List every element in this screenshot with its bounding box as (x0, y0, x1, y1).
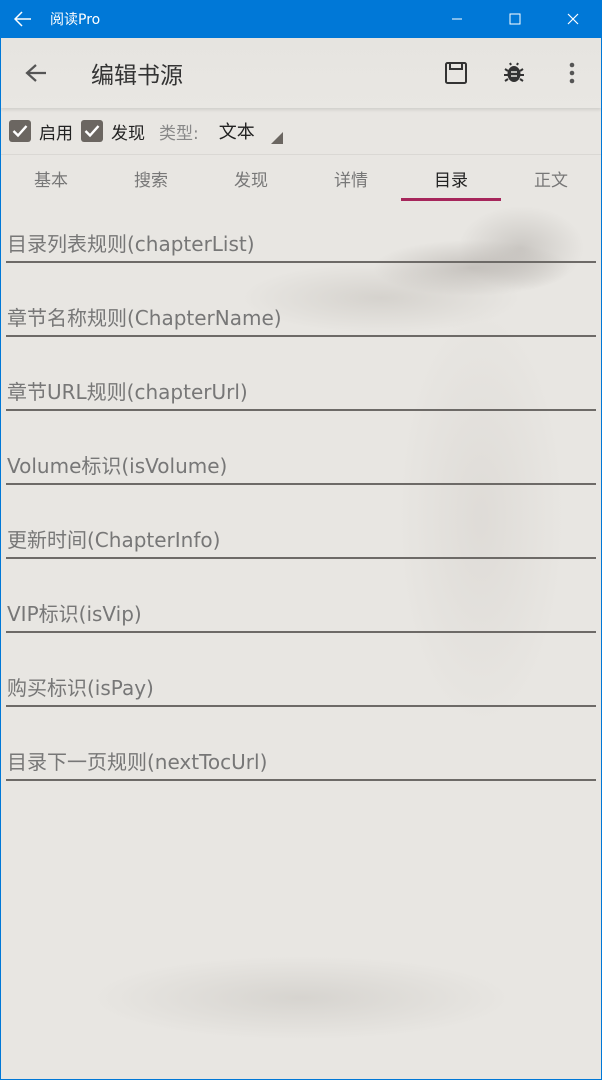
field-underline (6, 705, 596, 707)
bug-icon (504, 62, 524, 82)
minimize-icon (452, 18, 462, 20)
page-title: 编辑书源 (91, 63, 183, 89)
maximize-icon (509, 13, 521, 25)
field-underline (6, 779, 596, 781)
window-title: 阅读Pro (50, 12, 101, 28)
field-placeholder: 目录列表规则(chapterList) (7, 232, 255, 256)
field-placeholder: 目录下一页规则(nextTocUrl) (7, 750, 268, 774)
app-toolbar: 编辑书源 (1, 38, 601, 108)
back-button[interactable] (1, 38, 71, 108)
field-placeholder: 购买标识(isPay) (7, 676, 154, 700)
maximize-button[interactable] (486, 0, 544, 38)
arrow-left-icon (14, 11, 31, 27)
checkbox-checked-icon (81, 120, 103, 142)
field-placeholder: 章节名称规则(ChapterName) (7, 306, 282, 330)
arrow-left-icon (25, 64, 46, 82)
close-icon (567, 13, 579, 25)
window-back-button[interactable] (0, 0, 46, 38)
next-toc-url-field[interactable]: 目录下一页规则(nextTocUrl) (6, 726, 596, 800)
is-pay-field[interactable]: 购买标识(isPay) (6, 652, 596, 726)
tab-bar: 基本 搜索 发现 详情 目录 正文 (1, 154, 601, 201)
discover-checkbox[interactable]: 发现 (81, 119, 145, 144)
save-button[interactable] (427, 38, 485, 108)
enabled-label: 启用 (39, 123, 73, 144)
field-underline (6, 335, 596, 337)
options-row: 启用 发现 类型: 文本 (1, 110, 601, 152)
type-select-value: 文本 (218, 122, 255, 143)
type-label: 类型: (159, 123, 199, 144)
minimize-button[interactable] (428, 0, 486, 38)
field-underline (6, 557, 596, 559)
close-button[interactable] (544, 0, 602, 38)
tab-basic[interactable]: 基本 (1, 155, 101, 201)
field-underline (6, 483, 596, 485)
field-placeholder: 章节URL规则(chapterUrl) (7, 380, 248, 404)
chapter-url-field[interactable]: 章节URL规则(chapterUrl) (6, 356, 596, 430)
more-button[interactable] (543, 38, 601, 108)
field-underline (6, 261, 596, 263)
toc-rule-form: 目录列表规则(chapterList) 章节名称规则(ChapterName) … (6, 208, 596, 800)
window-titlebar: 阅读Pro (0, 0, 602, 38)
dropdown-triangle-icon (270, 132, 283, 144)
tab-content[interactable]: 正文 (501, 155, 601, 201)
chapter-info-field[interactable]: 更新时间(ChapterInfo) (6, 504, 596, 578)
is-volume-field[interactable]: Volume标识(isVolume) (6, 430, 596, 504)
field-placeholder: VIP标识(isVip) (7, 602, 142, 626)
field-placeholder: Volume标识(isVolume) (7, 454, 228, 478)
checkbox-checked-icon (9, 120, 31, 142)
is-vip-field[interactable]: VIP标识(isVip) (6, 578, 596, 652)
tab-detail[interactable]: 详情 (301, 155, 401, 201)
discover-label: 发现 (111, 123, 145, 144)
tab-search[interactable]: 搜索 (101, 155, 201, 201)
debug-button[interactable] (485, 38, 543, 108)
more-vertical-icon (569, 62, 575, 84)
field-underline (6, 631, 596, 633)
app-content: 编辑书源 启用 发现 类型: 文本 基本 搜索 发现 详情 目录 正文 目录列表… (1, 38, 601, 1079)
tab-toc[interactable]: 目录 (401, 155, 501, 201)
chapter-name-field[interactable]: 章节名称规则(ChapterName) (6, 282, 596, 356)
enabled-checkbox[interactable]: 启用 (9, 119, 73, 144)
field-underline (6, 409, 596, 411)
save-icon (445, 62, 467, 84)
type-select[interactable]: 文本 (209, 114, 285, 148)
tab-discover[interactable]: 发现 (201, 155, 301, 201)
chapter-list-field[interactable]: 目录列表规则(chapterList) (6, 208, 596, 282)
field-placeholder: 更新时间(ChapterInfo) (7, 528, 221, 552)
